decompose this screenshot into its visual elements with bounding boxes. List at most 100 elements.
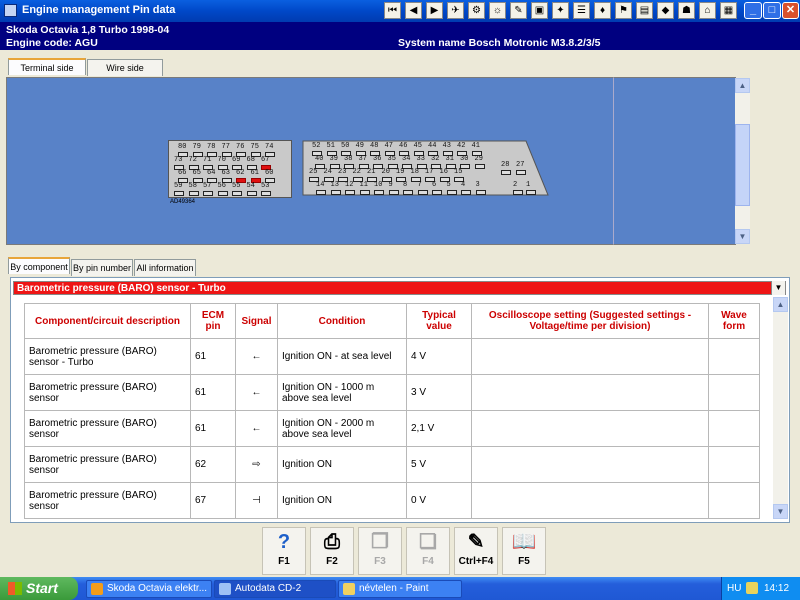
pin-1[interactable]: 1 [526,181,536,195]
pin-54[interactable]: 54 [246,182,257,196]
tool13-icon[interactable]: ⌂ [699,2,716,19]
pin-46[interactable]: 46 [399,142,409,156]
table-row[interactable]: Barometric pressure (BARO) sensor - Turb… [24,338,760,375]
pin-60[interactable]: 60 [265,169,275,183]
table-row[interactable]: Barometric pressure (BARO) sensor 61 ← Igni… [24,410,760,447]
close-button[interactable]: ✕ [782,2,799,19]
pin-71[interactable]: 71 [203,156,213,170]
tool1-icon[interactable]: ✈ [447,2,464,19]
tool12-icon[interactable]: ☗ [678,2,695,19]
pin-12[interactable]: 12 [345,181,355,195]
table-row[interactable]: Barometric pressure (BARO) sensor 67 ⊣ Igni… [24,482,760,519]
pin-30[interactable]: 30 [460,155,470,169]
task-autodata[interactable]: Autodata CD-2 [214,580,336,598]
pin-13[interactable]: 13 [330,181,341,195]
tab-by-pin-number[interactable]: By pin number [71,259,133,276]
pin-73[interactable]: 73 [174,156,184,170]
pin-31[interactable]: 31 [445,155,456,169]
pin-70[interactable]: 70 [217,156,228,170]
pin-15[interactable]: 15 [454,168,464,182]
pin-22[interactable]: 22 [352,168,363,182]
pin-58[interactable]: 58 [188,182,199,196]
scroll-down-icon[interactable]: ▼ [773,504,788,519]
pin-33[interactable]: 33 [416,155,427,169]
component-selector[interactable]: Barometric pressure (BARO) sensor - Turb… [13,281,786,295]
pin-8[interactable]: 8 [403,181,413,195]
pin-43[interactable]: 43 [442,142,453,156]
pin-79[interactable]: 79 [192,143,203,157]
pin-64[interactable]: 64 [207,169,217,183]
tool4-icon[interactable]: ✎ [510,2,527,19]
pin-41[interactable]: 41 [471,142,482,156]
pin-29[interactable]: 29 [474,155,485,169]
pin-38[interactable]: 38 [344,155,354,169]
tool2-icon[interactable]: ⚙ [468,2,485,19]
scroll-down-icon[interactable]: ▼ [735,229,750,244]
pin-75[interactable]: 75 [250,143,261,157]
function-key-f1[interactable]: ? F1 [262,527,306,575]
function-key-f5[interactable]: 📖 F5 [502,527,546,575]
pin-49[interactable]: 49 [355,142,366,156]
function-key-ctrl-f4[interactable]: ✎ Ctrl+F4 [454,527,498,575]
pin-32[interactable]: 32 [431,155,441,169]
pin-63[interactable]: 63 [221,169,232,183]
pin-44[interactable]: 44 [428,142,438,156]
pin-72[interactable]: 72 [188,156,199,170]
pin-24[interactable]: 24 [323,168,334,182]
tool8-icon[interactable]: ♦ [594,2,611,19]
pin-21[interactable]: 21 [367,168,377,182]
pin-2[interactable]: 2 [513,181,523,195]
minimize-button[interactable]: _ [744,2,762,19]
pin-17[interactable]: 17 [425,168,435,182]
pin-42[interactable]: 42 [457,142,467,156]
language-indicator[interactable]: HU [727,583,741,594]
pin-3[interactable]: 3 [475,181,486,195]
pin-67[interactable]: 67 [261,156,271,170]
maximize-button[interactable]: □ [763,2,781,19]
pin-27[interactable]: 27 [516,161,526,175]
pin-80[interactable]: 80 [178,143,188,157]
task-paint[interactable]: névtelen - Paint [338,580,462,598]
pin-35[interactable]: 35 [387,155,398,169]
pin-77[interactable]: 77 [221,143,232,157]
pin-65[interactable]: 65 [192,169,203,183]
tab-terminal-side[interactable]: Terminal side [8,58,86,75]
pin-28[interactable]: 28 [501,161,511,175]
pin-50[interactable]: 50 [341,142,351,156]
pin-59[interactable]: 59 [174,182,184,196]
tool14-icon[interactable]: ▦ [720,2,737,19]
table-scrollbar[interactable]: ▲ ▼ [773,297,788,519]
pin-61[interactable]: 61 [250,169,261,183]
tool5-icon[interactable]: ▣ [531,2,548,19]
pin-48[interactable]: 48 [370,142,380,156]
pin-6[interactable]: 6 [432,181,442,195]
chevron-down-icon[interactable]: ▼ [771,281,785,295]
tool10-icon[interactable]: ▤ [636,2,653,19]
pin-47[interactable]: 47 [384,142,395,156]
pin-25[interactable]: 25 [309,168,319,182]
pin-69[interactable]: 69 [232,156,242,170]
tab-by-component[interactable]: By component [8,257,70,274]
pin-76[interactable]: 76 [236,143,246,157]
pin-39[interactable]: 39 [329,155,340,169]
pin-78[interactable]: 78 [207,143,217,157]
scroll-up-icon[interactable]: ▲ [773,297,788,312]
pin-10[interactable]: 10 [374,181,384,195]
tab-all-information[interactable]: All information [134,259,196,276]
pin-19[interactable]: 19 [396,168,406,182]
pin-5[interactable]: 5 [446,181,457,195]
pin-14[interactable]: 14 [316,181,326,195]
pin-40[interactable]: 40 [315,155,325,169]
pin-9[interactable]: 9 [388,181,399,195]
pin-34[interactable]: 34 [402,155,412,169]
pin-4[interactable]: 4 [461,181,471,195]
pin-55[interactable]: 55 [232,182,242,196]
pin-36[interactable]: 36 [373,155,383,169]
start-button[interactable]: Start [0,577,78,600]
pin-66[interactable]: 66 [178,169,188,183]
pin-45[interactable]: 45 [413,142,424,156]
pin-11[interactable]: 11 [359,181,370,195]
pin-7[interactable]: 7 [417,181,428,195]
pin-62[interactable]: 62 [236,169,246,183]
pin-18[interactable]: 18 [410,168,421,182]
